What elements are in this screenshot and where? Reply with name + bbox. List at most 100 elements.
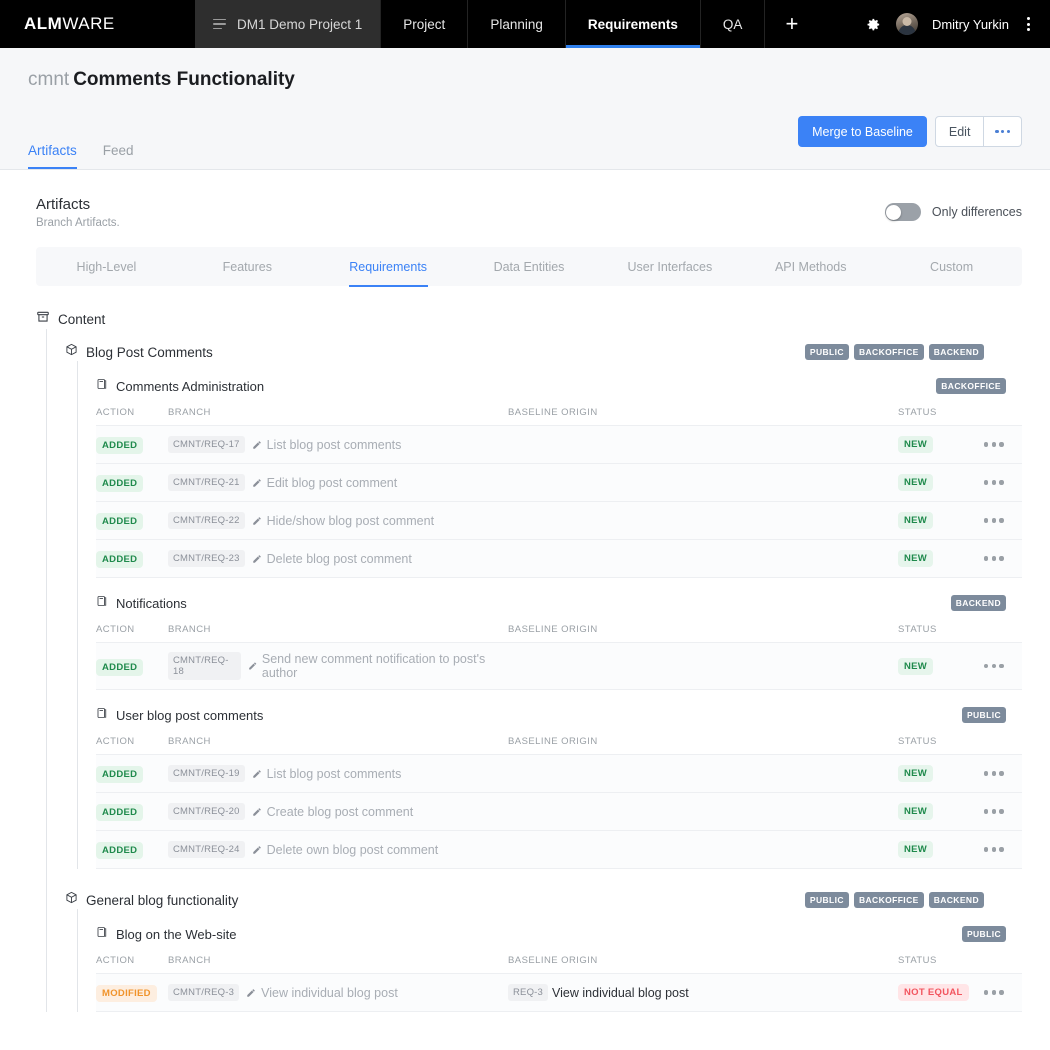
module-header[interactable]: Comments Administration BACKOFFICE [96, 377, 1022, 395]
table-row[interactable]: ADDED CMNT/REQ-21 Edit blog post comment … [96, 463, 1022, 502]
edit-pencil-icon[interactable] [252, 769, 262, 779]
nav-item-project[interactable]: Project [380, 0, 467, 48]
table-row[interactable]: ADDED CMNT/REQ-23 Delete blog post commen… [96, 539, 1022, 578]
module-icon [96, 706, 108, 724]
table-row[interactable]: ADDED CMNT/REQ-24 Delete own blog post co… [96, 830, 1022, 869]
module-comments-administration: Comments Administration BACKOFFICE ACTIO… [96, 361, 1022, 578]
segment-api-methods[interactable]: API Methods [740, 247, 881, 286]
header-more-button[interactable] [984, 116, 1022, 147]
table-row[interactable]: ADDED CMNT/REQ-20 Create blog post commen… [96, 792, 1022, 831]
action-badge: MODIFIED [96, 985, 157, 1002]
segment-high-level[interactable]: High-Level [36, 247, 177, 286]
edit-pencil-icon[interactable] [252, 554, 262, 564]
row-more-icon[interactable] [984, 990, 1022, 995]
edit-pencil-icon[interactable] [252, 440, 262, 450]
branch-text: List blog post comments [266, 766, 402, 781]
branch-id[interactable]: CMNT/REQ-3 [168, 984, 240, 1001]
col-action: ACTION [96, 407, 168, 426]
row-more-icon[interactable] [984, 442, 1022, 447]
row-more-icon[interactable] [984, 847, 1022, 852]
add-label: + [785, 11, 799, 36]
content-root-row[interactable]: Content [36, 310, 1022, 329]
user-name[interactable]: Dmitry Yurkin [932, 17, 1009, 32]
segment-user-interfaces[interactable]: User Interfaces [599, 247, 740, 286]
edit-button[interactable]: Edit [934, 116, 985, 147]
status-badge: NEW [898, 765, 934, 782]
module-list: Blog on the Web-site PUBLIC ACTION BRANC… [77, 909, 1022, 1012]
nav-item-qa[interactable]: QA [699, 0, 765, 48]
segment-label: Requirements [349, 259, 428, 274]
module-header[interactable]: Blog on the Web-site PUBLIC [96, 925, 1022, 943]
branch-id[interactable]: CMNT/REQ-18 [168, 652, 241, 680]
module-header[interactable]: User blog post comments PUBLIC [96, 706, 1022, 724]
row-more-icon[interactable] [984, 771, 1022, 776]
branch-id[interactable]: CMNT/REQ-23 [168, 550, 245, 567]
edit-pencil-icon[interactable] [246, 988, 256, 998]
edit-pencil-icon[interactable] [248, 661, 257, 671]
header-actions: Merge to Baseline Edit [798, 116, 1022, 147]
edit-pencil-icon[interactable] [252, 478, 262, 488]
status-badge: NEW [898, 657, 934, 675]
segment-custom[interactable]: Custom [881, 247, 1022, 286]
segment-label: User Interfaces [627, 259, 713, 274]
branch-id[interactable]: CMNT/REQ-21 [168, 474, 245, 491]
tag: BACKEND [928, 344, 984, 360]
table-row[interactable]: ADDED CMNT/REQ-18 Send new comment notifi… [96, 642, 1022, 690]
branch-id[interactable]: CMNT/REQ-24 [168, 841, 245, 858]
row-more-icon[interactable] [984, 480, 1022, 485]
table-row[interactable]: MODIFIED CMNT/REQ-3 View individual blog … [96, 973, 1022, 1012]
tab-artifacts[interactable]: Artifacts [28, 143, 77, 169]
table-row[interactable]: ADDED CMNT/REQ-19 List blog post comments… [96, 754, 1022, 793]
merge-to-baseline-button[interactable]: Merge to Baseline [798, 116, 927, 147]
module-icon [96, 377, 108, 395]
status-badge: NEW [898, 474, 934, 491]
only-differences-label: Only differences [931, 205, 1022, 219]
segment-requirements[interactable]: Requirements [318, 247, 459, 287]
branch-id[interactable]: CMNT/REQ-20 [168, 803, 245, 820]
branch-id[interactable]: CMNT/REQ-22 [168, 512, 245, 529]
row-more-icon[interactable] [984, 663, 1022, 669]
branch-text: View individual blog post [261, 985, 398, 1000]
requirements-table: ACTION BRANCH BASELINE ORIGIN STATUS ADD… [96, 407, 1022, 578]
row-more-icon[interactable] [984, 518, 1022, 523]
branch-id[interactable]: CMNT/REQ-19 [168, 765, 245, 782]
artifacts-subheading: Branch Artifacts. [36, 217, 120, 229]
nav-item-planning[interactable]: Planning [467, 0, 565, 48]
edit-pencil-icon[interactable] [252, 807, 262, 817]
col-origin: BASELINE ORIGIN [508, 736, 898, 755]
branch-text: Delete own blog post comment [266, 842, 439, 857]
project-selector-label: DM1 Demo Project 1 [237, 16, 363, 32]
table-row[interactable]: ADDED CMNT/REQ-17 List blog post comments… [96, 425, 1022, 464]
tag: PUBLIC [804, 344, 849, 360]
branch-text: Hide/show blog post comment [266, 513, 435, 528]
segment-data-entities[interactable]: Data Entities [459, 247, 600, 286]
package-header[interactable]: General blog functionality PUBLIC BACKOF… [65, 891, 1022, 909]
col-status: STATUS [898, 407, 984, 426]
package-icon [65, 891, 78, 909]
nav-item-requirements[interactable]: Requirements [564, 0, 700, 48]
more-options-icon[interactable] [1023, 15, 1034, 33]
origin-id[interactable]: REQ-3 [508, 984, 549, 1001]
edit-pencil-icon[interactable] [252, 516, 262, 526]
branch-id[interactable]: CMNT/REQ-17 [168, 436, 245, 453]
project-selector[interactable]: DM1 Demo Project 1 [195, 0, 381, 48]
only-differences-toggle[interactable] [884, 203, 921, 221]
artifacts-header: Artifacts Branch Artifacts. Only differe… [36, 196, 1022, 229]
add-icon[interactable]: + [764, 0, 818, 48]
row-more-icon[interactable] [984, 556, 1022, 561]
action-badge: ADDED [96, 551, 144, 568]
row-more-icon[interactable] [984, 809, 1022, 814]
package-header[interactable]: Blog Post Comments PUBLIC BACKOFFICE BAC… [65, 343, 1022, 361]
action-badge: ADDED [96, 475, 144, 492]
gear-icon[interactable] [865, 16, 882, 33]
module-header[interactable]: Notifications BACKEND [96, 594, 1022, 612]
edit-pencil-icon[interactable] [252, 845, 262, 855]
app-logo[interactable]: ALM WARE [0, 0, 195, 48]
module-label: Notifications [116, 595, 187, 611]
branch-text: Create blog post comment [266, 804, 414, 819]
table-row[interactable]: ADDED CMNT/REQ-22 Hide/show blog post com… [96, 501, 1022, 540]
nav-right-cluster: Dmitry Yurkin [865, 0, 1050, 48]
segment-features[interactable]: Features [177, 247, 318, 286]
tab-feed[interactable]: Feed [103, 143, 134, 169]
avatar[interactable] [895, 13, 918, 35]
